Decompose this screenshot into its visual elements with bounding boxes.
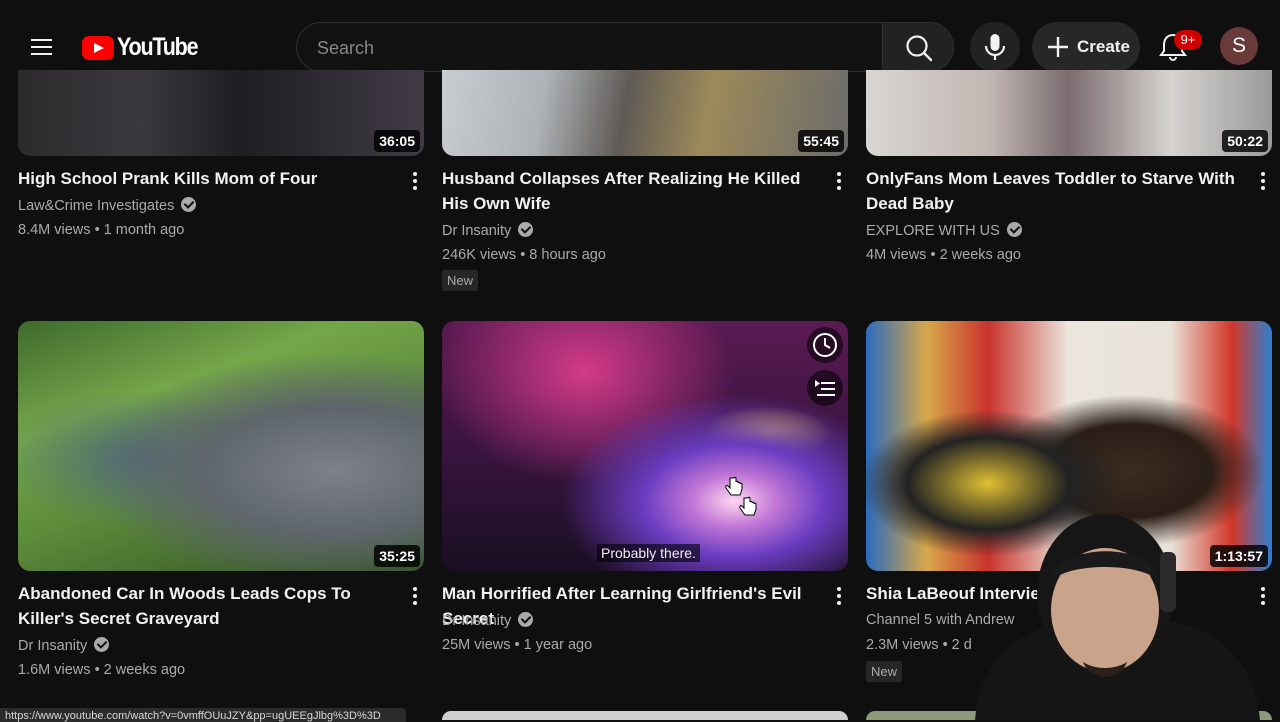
channel-name[interactable]: Dr Insanity: [442, 222, 534, 239]
hand-cursor-icon: [739, 496, 757, 516]
more-vert-icon[interactable]: [827, 166, 851, 196]
search-input[interactable]: [315, 23, 869, 73]
more-vert-icon[interactable]: [403, 581, 427, 611]
channel-name[interactable]: Dr Insanity: [18, 637, 110, 654]
video-thumbnail[interactable]: [442, 711, 848, 720]
voice-search-button[interactable]: [970, 22, 1020, 72]
create-button[interactable]: Create: [1032, 22, 1140, 72]
video-title[interactable]: Husband Collapses After Realizing He Kil…: [442, 166, 827, 216]
more-vert-icon[interactable]: [827, 581, 851, 611]
upload-age: 2 weeks ago: [939, 247, 1021, 263]
youtube-logo[interactable]: YouTube: [82, 33, 210, 62]
video-meta: 4M views • 2 weeks ago: [866, 247, 1021, 263]
video-meta: 25M views • 1 year ago: [442, 637, 592, 653]
video-thumbnail[interactable]: 55:45: [442, 70, 848, 156]
avatar[interactable]: S: [1220, 27, 1258, 65]
video-thumbnail[interactable]: Probably there.: [442, 321, 848, 571]
verified-icon: [94, 637, 110, 652]
channel-name[interactable]: Law&Crime Investigates: [18, 197, 197, 214]
video-caption: Probably there.: [597, 544, 700, 562]
meta-separator: •: [94, 662, 100, 678]
video-meta: 246K views • 8 hours ago: [442, 247, 606, 263]
upload-age: 1 year ago: [523, 637, 593, 653]
video-thumbnail[interactable]: 36:05: [18, 70, 424, 156]
logo-text: YouTube: [117, 33, 199, 61]
search-icon: [906, 35, 933, 62]
create-label: Create: [1077, 37, 1130, 56]
video-meta: 1.6M views • 2 weeks ago: [18, 662, 185, 678]
new-badge: New: [442, 270, 479, 291]
add-to-queue-button[interactable]: [807, 370, 843, 406]
view-count: 4M views: [866, 247, 927, 263]
upload-age: 2 weeks ago: [103, 662, 186, 678]
video-thumbnail[interactable]: 35:25: [18, 321, 424, 571]
search-button[interactable]: [882, 22, 954, 72]
watch-later-icon: [813, 333, 837, 357]
microphone-icon: [984, 34, 1006, 60]
video-duration: 36:05: [374, 130, 420, 152]
video-title[interactable]: Abandoned Car In Woods Leads Cops To Kil…: [18, 581, 398, 631]
video-duration: 35:25: [374, 545, 420, 567]
channel-label: Dr Insanity: [442, 223, 512, 239]
view-count: 8.4M views: [18, 222, 91, 238]
video-title[interactable]: High School Prank Kills Mom of Four: [18, 166, 398, 191]
new-badge: New: [866, 661, 903, 682]
meta-separator: •: [942, 637, 948, 653]
verified-icon: [518, 612, 534, 627]
channel-label: Dr Insanity: [18, 638, 88, 654]
plus-icon: [1048, 37, 1068, 57]
channel-label: Dr Insanity: [442, 613, 512, 629]
more-vert-icon[interactable]: [403, 166, 427, 196]
notification-count-badge: 9+: [1174, 30, 1202, 50]
video-duration: 55:45: [798, 130, 844, 152]
view-count: 246K views: [442, 247, 517, 263]
upload-age: 1 month ago: [103, 222, 185, 238]
channel-label: Law&Crime Investigates: [18, 198, 175, 214]
add-to-queue-icon: [815, 380, 835, 396]
search-box: [296, 22, 882, 73]
watch-later-button[interactable]: [807, 327, 843, 363]
view-count: 25M views: [442, 637, 511, 653]
view-count: 2.3M views: [866, 637, 939, 653]
meta-separator: •: [514, 637, 520, 653]
webcam-overlay: [955, 512, 1280, 720]
upload-age: 8 hours ago: [529, 247, 606, 263]
youtube-logo-icon: [82, 35, 114, 60]
video-thumbnail[interactable]: 50:22: [866, 70, 1272, 156]
verified-icon: [1006, 222, 1022, 237]
meta-separator: •: [930, 247, 936, 263]
hand-cursor-icon: [725, 476, 743, 496]
meta-separator: •: [94, 222, 100, 238]
meta-separator: •: [520, 247, 526, 263]
view-count: 1.6M views: [18, 662, 91, 678]
channel-name[interactable]: Dr Insanity: [442, 612, 534, 629]
video-title[interactable]: OnlyFans Mom Leaves Toddler to Starve Wi…: [866, 166, 1246, 216]
channel-name[interactable]: EXPLORE WITH US: [866, 222, 1022, 239]
verified-icon: [181, 197, 197, 212]
menu-icon[interactable]: [22, 28, 60, 66]
verified-icon: [518, 222, 534, 237]
video-meta: 8.4M views • 1 month ago: [18, 222, 184, 238]
channel-label: EXPLORE WITH US: [866, 223, 1000, 239]
more-vert-icon[interactable]: [1251, 166, 1275, 196]
video-duration: 50:22: [1222, 130, 1268, 152]
